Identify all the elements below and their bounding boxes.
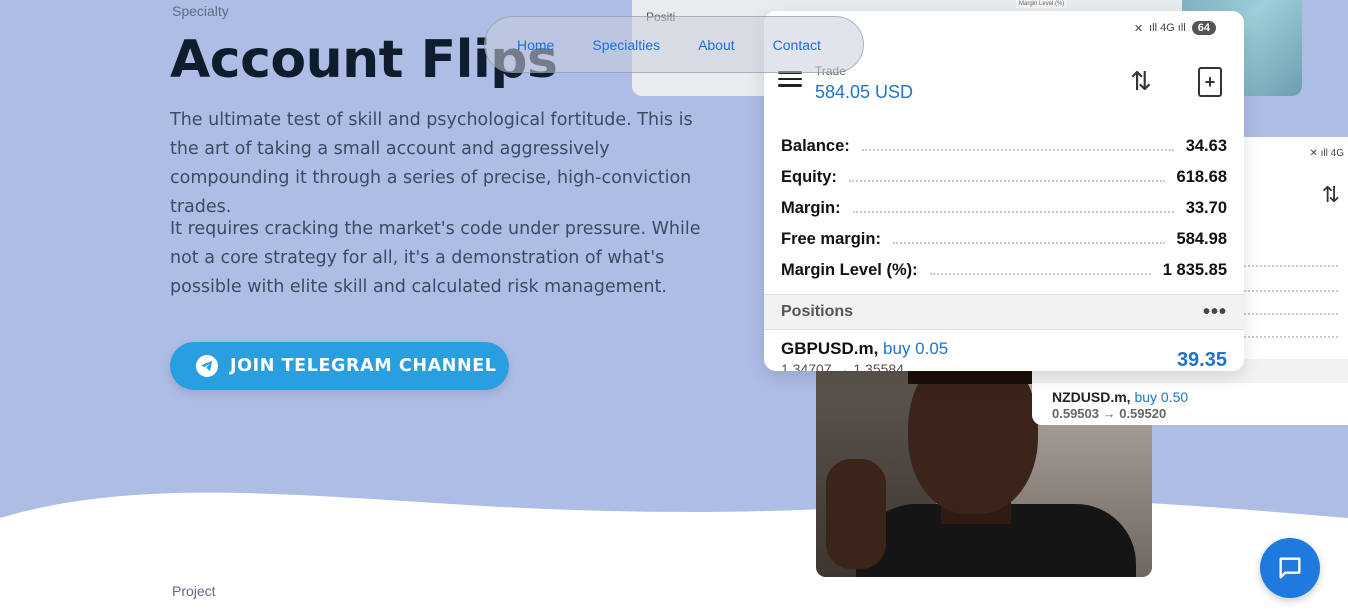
position-profit: 39.35 [1176,349,1227,371]
nav-specialties[interactable]: Specialties [592,37,660,53]
position-row: GBPUSD.m, buy 0.05 [781,339,948,359]
summary-row-margin-level: Margin Level (%): 1 835.85 [781,261,1227,279]
position-side: buy 0.05 [883,339,949,358]
mute-icon: ✕ [1133,22,1144,35]
position-row: NZDUSD.m, buy 0.50 [1052,389,1188,405]
dotted-leader [1228,313,1338,315]
nav-contact[interactable]: Contact [773,37,821,53]
detail-paragraph: It requires cracking the market's code u… [170,219,701,297]
position-prices: 1.34707 → 1.35584 [781,361,904,371]
summary-row-margin: Margin: 33.70 [781,199,1227,217]
dotted-leader [1228,265,1338,267]
account-summary: Balance: 34.63 Equity: 618.68 Margin: 33.70… [781,131,1227,286]
position-symbol: GBPUSD.m, [781,339,879,358]
summary-row-equity: Equity: 618.68 [781,168,1227,186]
signal-icon: ıll 4G ıll [1149,22,1186,34]
position-side: buy 0.50 [1134,389,1189,405]
battery-badge: 64 [1191,21,1216,35]
summary-row-balance: Balance: 34.63 [781,137,1227,155]
chat-button[interactable] [1260,538,1320,598]
equity-usd: 584.05 USD [815,82,914,102]
nav-home[interactable]: Home [517,37,554,53]
join-telegram-label: JOIN TELEGRAM CHANNEL [230,356,497,376]
intro-paragraph: The ultimate test of skill and psycholog… [170,110,693,217]
status-bar: ✕ ıll 4G ıll 64 [1134,21,1216,35]
main-nav: Home Specialties About Contact [484,16,864,73]
positions-label: Positions [781,303,854,320]
summary-row-free-margin: Free margin: 584.98 [781,230,1227,248]
chat-icon [1279,557,1301,579]
dotted-leader [1228,290,1338,292]
positions-bar: Positions ••• [764,294,1244,330]
join-telegram-button[interactable]: JOIN TELEGRAM CHANNEL [170,342,509,390]
project-eyebrow: Project [172,583,216,599]
document-add-icon: + [1198,67,1222,97]
position-symbol: NZDUSD.m, [1052,389,1131,405]
sort-icon: ⇅ [1130,66,1152,96]
telegram-icon [196,355,218,377]
dotted-leader [1228,336,1338,338]
section-eyebrow: Specialty [172,3,229,19]
more-icon: ••• [1202,300,1227,323]
nav-about[interactable]: About [698,37,735,53]
position-prices: 0.59503 → 0.59520 [1052,406,1167,421]
menu-icon [778,71,802,91]
status-bar-icons: ✕ ıll 4G [1309,148,1345,159]
back-mini-label: Margin Level (%) [1016,0,1068,8]
sort-icon: ⇅ [1321,182,1340,207]
